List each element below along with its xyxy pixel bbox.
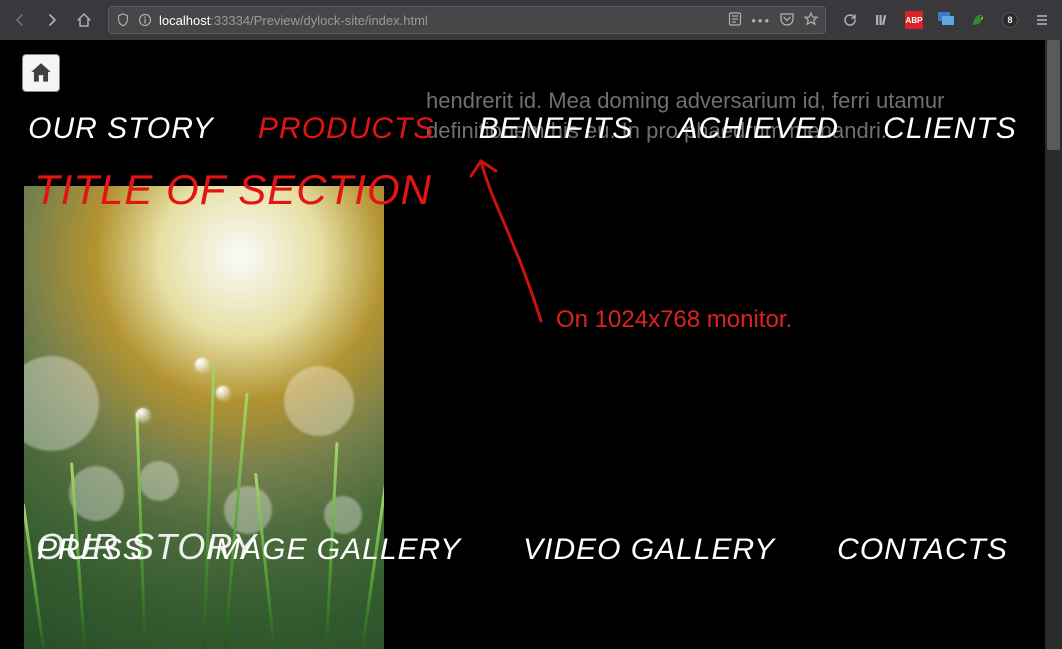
- top-nav: Our Story Products Benefits Achieved Cli…: [6, 112, 1039, 146]
- section-image: [24, 186, 384, 649]
- library-icon[interactable]: [868, 6, 896, 34]
- hamburger-menu-icon[interactable]: [1028, 6, 1056, 34]
- tracking-shield-icon[interactable]: [115, 12, 131, 28]
- url-text: localhost:33334/Preview/dylock-site/inde…: [159, 13, 721, 28]
- vertical-scrollbar[interactable]: [1045, 40, 1062, 649]
- reader-mode-icon[interactable]: [727, 11, 743, 30]
- annotation-text: On 1024x768 monitor.: [556, 306, 792, 334]
- nav-our-story[interactable]: Our Story: [28, 112, 214, 146]
- bookmark-star-icon[interactable]: [803, 11, 819, 30]
- nav-video-gallery[interactable]: Video Gallery: [523, 533, 775, 567]
- reload-button[interactable]: [836, 6, 864, 34]
- parrot-extension-icon[interactable]: [964, 6, 992, 34]
- browser-toolbar: localhost:33334/Preview/dylock-site/inde…: [0, 0, 1062, 40]
- site-info-icon[interactable]: [137, 12, 153, 28]
- page-content: hendrerit id. Mea doming adversarium id,…: [6, 46, 1039, 643]
- forward-button[interactable]: [38, 6, 66, 34]
- image-overlay-title: Our Story: [36, 526, 257, 568]
- pocket-icon[interactable]: [779, 11, 795, 30]
- eight-ball-icon[interactable]: 8: [996, 6, 1024, 34]
- back-button[interactable]: [6, 6, 34, 34]
- site-home-icon[interactable]: [22, 54, 60, 92]
- nav-contacts[interactable]: Contacts: [837, 533, 1008, 567]
- page-actions-icon[interactable]: •••: [751, 13, 771, 28]
- home-button[interactable]: [70, 6, 98, 34]
- tab-stack-icon[interactable]: [932, 6, 960, 34]
- scrollbar-thumb[interactable]: [1047, 40, 1060, 150]
- annotation-arrow-icon: [461, 151, 561, 331]
- adblock-plus-icon[interactable]: ABP: [900, 6, 928, 34]
- nav-benefits[interactable]: Benefits: [479, 112, 634, 146]
- nav-products[interactable]: Products: [258, 112, 434, 146]
- nav-clients[interactable]: Clients: [883, 112, 1017, 146]
- nav-achieved[interactable]: Achieved: [678, 112, 839, 146]
- section-title: Title of Section: [34, 166, 432, 214]
- url-bar[interactable]: localhost:33334/Preview/dylock-site/inde…: [108, 6, 826, 34]
